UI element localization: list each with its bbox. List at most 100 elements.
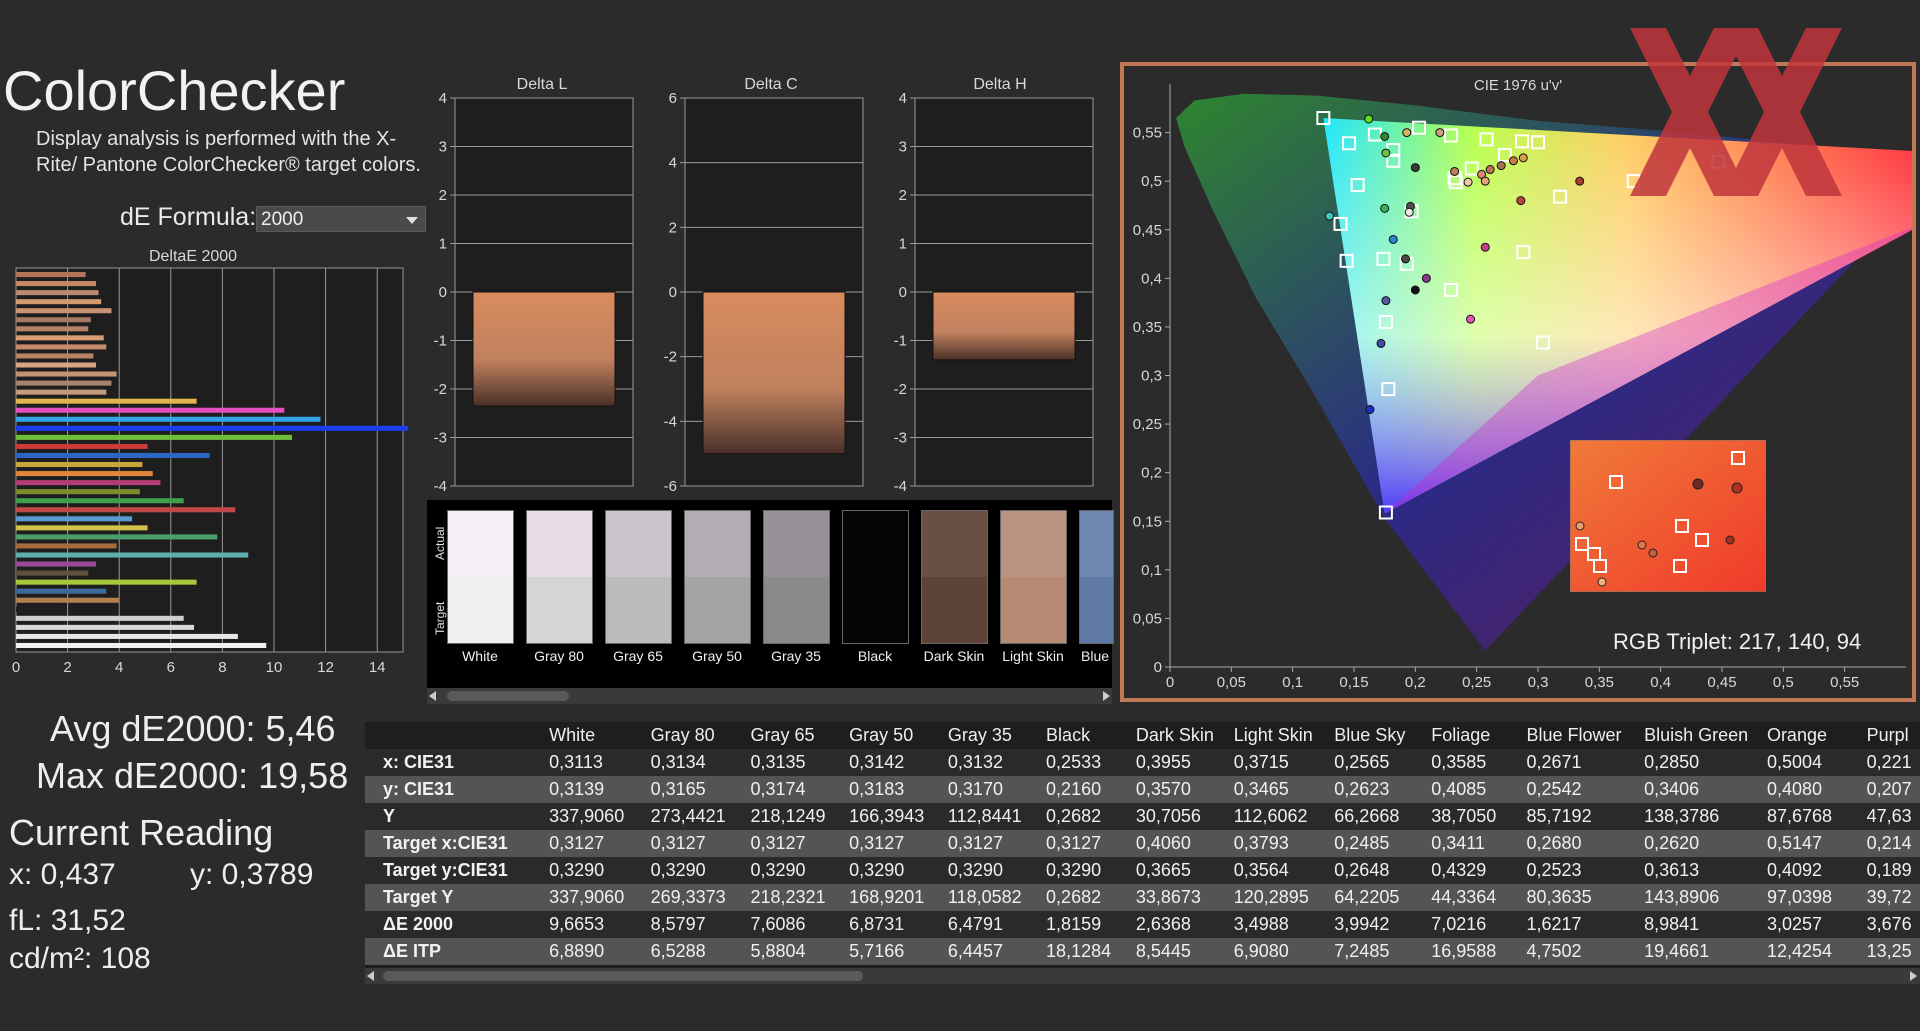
cie-measured-point	[1518, 153, 1528, 163]
table-cell: 0,3170	[947, 779, 1003, 799]
table-row: y: CIE31 0,3139 0,3165 0,3174 0,3183 0,3170 0,…	[365, 776, 1920, 803]
table-cell: 19,4661	[1644, 941, 1710, 961]
table-column-header[interactable]: Light Skin	[1224, 722, 1325, 749]
table-cell: 30,7056	[1135, 806, 1201, 826]
cie-title: CIE 1976 u'v'	[1474, 77, 1562, 94]
table-cell: 0,3127	[849, 833, 905, 853]
table-cell: 112,6062	[1233, 806, 1308, 826]
swatch-target	[685, 577, 750, 643]
table-cell: 0,207	[1866, 779, 1912, 799]
delta-tick-label: 2	[439, 187, 447, 204]
table-column-header[interactable]: Gray 80	[641, 722, 741, 749]
color-swatch[interactable]	[1079, 510, 1114, 644]
deltae-tick-label: 10	[266, 659, 283, 676]
cie-y-tick-label: 0,35	[1133, 319, 1162, 336]
color-swatch[interactable]	[921, 510, 988, 644]
table-cell: 0,2671	[1526, 752, 1582, 772]
swatch-actual	[527, 511, 592, 577]
table-cell: 0,2565	[1334, 752, 1390, 772]
cie-measured-point	[1496, 161, 1506, 171]
delta-tick-label: 3	[899, 139, 907, 156]
color-swatch[interactable]	[526, 510, 593, 644]
deltae-plot-area	[15, 267, 404, 653]
table-column-header[interactable]: Blue Flower	[1517, 722, 1635, 749]
color-swatch[interactable]	[763, 510, 830, 644]
table-column-header[interactable]: Black	[1036, 722, 1126, 749]
swatch-actual	[606, 511, 671, 577]
swatch-actual	[1001, 511, 1066, 577]
table-column-header[interactable]: Foliage	[1421, 722, 1516, 749]
color-swatch[interactable]	[605, 510, 672, 644]
table-column-header[interactable]: Blue Sky	[1324, 722, 1421, 749]
table-column-header[interactable]: Orange	[1757, 722, 1857, 749]
deltae-bar	[16, 434, 293, 440]
scroll-left-icon[interactable]	[429, 691, 436, 701]
deltae-tick-label: 0	[12, 659, 20, 676]
scroll-left-icon[interactable]	[367, 971, 374, 981]
cie-x-tick-label: 0,25	[1462, 674, 1491, 691]
deltae-tick-label: 8	[218, 659, 226, 676]
table-row-header: ΔE 2000	[383, 914, 453, 934]
table-cell: 38,7050	[1431, 806, 1497, 826]
scroll-right-icon[interactable]	[1910, 971, 1917, 981]
table-cell: 1,6217	[1526, 914, 1582, 934]
table-column-header[interactable]: Purpl	[1857, 722, 1920, 749]
delta-tick-label: -3	[434, 430, 447, 447]
deltae-tick-label: 6	[167, 659, 175, 676]
table-column-header[interactable]: Dark Skin	[1126, 722, 1224, 749]
scroll-right-icon[interactable]	[1103, 691, 1110, 701]
table-cell: 0,3127	[650, 833, 706, 853]
swatch-actual	[764, 511, 829, 577]
delta-tick-label: -4	[434, 478, 447, 495]
table-column-header[interactable]: Gray 35	[938, 722, 1036, 749]
table-cell: 0,221	[1866, 752, 1912, 772]
table-cell: 337,9060	[549, 887, 625, 907]
table-row-header: x: CIE31	[383, 752, 455, 772]
table-row: x: CIE31 0,3113 0,3134 0,3135 0,3142 0,3132 0,…	[365, 749, 1920, 776]
deltae-bar	[16, 507, 236, 513]
table-cell: 0,3585	[1431, 752, 1487, 772]
delta-tick-label: -1	[434, 333, 447, 350]
data-table: White Gray 80 Gray 65 Gray 50 Gray 35 Black Da…	[365, 722, 1920, 982]
swatch-scroll-thumb[interactable]	[447, 691, 569, 701]
delta-tick-label: 2	[669, 219, 677, 236]
color-swatch[interactable]	[842, 510, 909, 644]
table-column-header[interactable]: Gray 65	[740, 722, 839, 749]
table-row: ΔE ITP 6,8890 6,5288 5,8804 5,7166 6,4457 18,1…	[365, 938, 1920, 965]
color-swatch[interactable]	[1000, 510, 1067, 644]
delta-h-chart: 4 3 2 1 0 -1 -2 -3 -4	[894, 90, 1094, 495]
deltae-bar	[16, 290, 99, 296]
cie-y-tick-label: 0,15	[1133, 513, 1162, 530]
table-cell: 166,3943	[849, 806, 925, 826]
color-swatch[interactable]	[684, 510, 751, 644]
color-swatch[interactable]	[447, 510, 514, 644]
deltae-tick-label: 2	[63, 659, 71, 676]
table-row-header: Target Y	[383, 887, 454, 907]
table-cell: 168,9201	[849, 887, 925, 907]
table-column-header[interactable]: White	[539, 722, 640, 749]
de-formula-select[interactable]: 2000	[256, 206, 426, 232]
swatch-scrollbar[interactable]	[427, 688, 1112, 704]
table-column-header[interactable]: Gray 50	[839, 722, 938, 749]
delta-bar	[702, 291, 846, 455]
de-formula-label: dE Formula:	[120, 203, 257, 231]
actual-side-label: Actual	[433, 526, 447, 560]
table-scrollbar[interactable]	[365, 968, 1920, 984]
table-cell: 143,8906	[1644, 887, 1720, 907]
table-cell: 5,7166	[849, 941, 905, 961]
table-cell: 0,3134	[650, 752, 706, 772]
deltae-bar	[16, 389, 107, 395]
delta-tick-label: -2	[664, 349, 677, 366]
max-de2000: Max dE2000: 19,58	[36, 755, 349, 796]
table-cell: 6,8731	[849, 914, 905, 934]
table-cell: 12,4254	[1766, 941, 1833, 961]
table-cell: 273,4421	[650, 806, 726, 826]
table-column-header[interactable]: Bluish Green	[1634, 722, 1757, 749]
table-cell: 0,3165	[650, 779, 706, 799]
deltae-bar	[16, 471, 153, 477]
delta-tick-label: 4	[439, 90, 447, 107]
table-cell: 0,4080	[1766, 779, 1822, 799]
table-cell: 3,4988	[1233, 914, 1289, 934]
table-scroll-thumb[interactable]	[383, 971, 863, 981]
inset-measured-point	[1637, 540, 1647, 550]
